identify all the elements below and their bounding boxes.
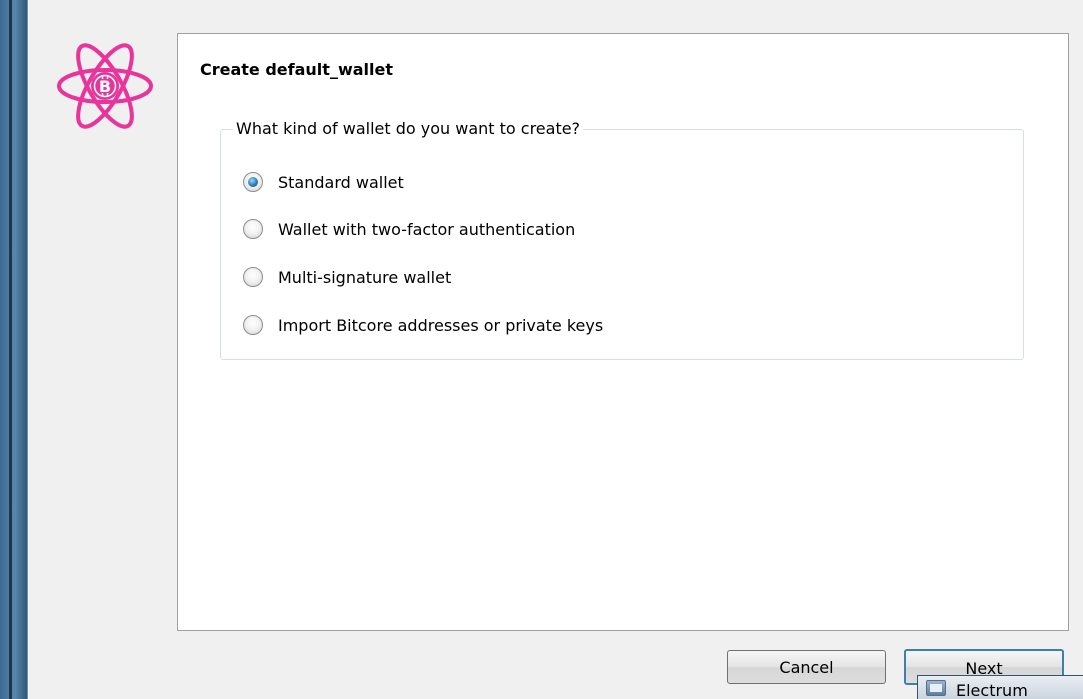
radio-button-checked[interactable] [243,172,263,192]
radio-button[interactable] [243,315,263,335]
svg-text:B: B [99,77,111,96]
radio-two-factor-wallet[interactable]: Wallet with two-factor authentication [243,217,575,241]
radio-standard-wallet[interactable]: Standard wallet [243,170,404,194]
cancel-button[interactable]: Cancel [727,650,886,684]
radio-label: Import Bitcore addresses or private keys [278,315,604,335]
radio-label: Multi-signature wallet [278,267,452,287]
window-frame-left [0,0,27,699]
page-title: Create default_wallet [200,60,393,79]
bitcore-atom-logo-icon: B [57,43,153,129]
wallet-type-question: What kind of wallet do you want to creat… [233,119,584,138]
radio-import-addresses[interactable]: Import Bitcore addresses or private keys [243,313,603,337]
radio-button[interactable] [243,219,263,239]
taskbar-preview-electrum[interactable]: Electrum [917,675,1083,699]
window-frame-border [9,0,12,699]
window-icon [926,679,946,696]
radio-label: Wallet with two-factor authentication [278,219,576,239]
radio-multisig-wallet[interactable]: Multi-signature wallet [243,265,451,289]
radio-label: Standard wallet [278,172,404,192]
taskbar-app-label: Electrum [956,681,1028,699]
radio-button[interactable] [243,267,263,287]
